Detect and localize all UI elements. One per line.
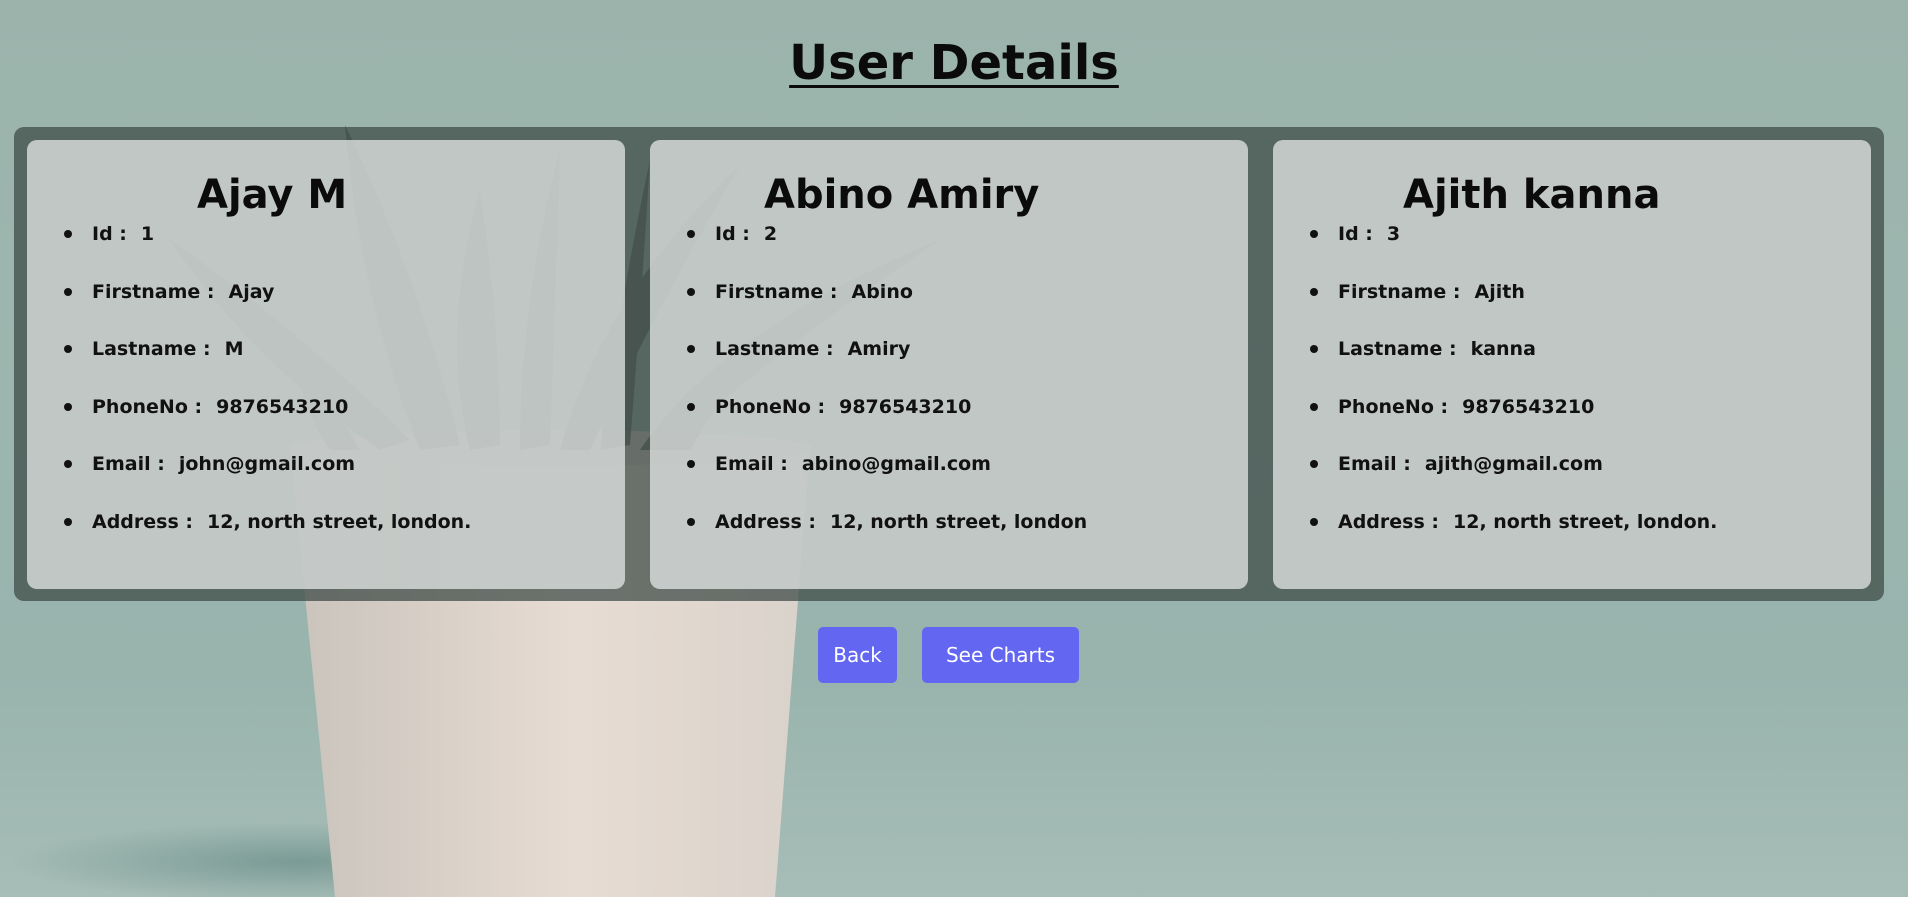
user-details-list: Id : 2 Firstname : Abino Lastname : Amiry P… [650,222,1087,568]
user-details-list: Id : 3 Firstname : Ajith Lastname : kanna P… [1273,222,1717,568]
detail-lastname: Lastname : kanna [1310,337,1717,395]
field-value: 2 [763,223,778,245]
detail-firstname: Firstname : Ajith [1310,280,1717,338]
bullet-icon [64,230,72,238]
detail-email: Email : ajith@gmail.com [1310,452,1717,510]
field-label: Address : [715,510,816,533]
field-label: Id : [715,223,750,245]
detail-address: Address : 12, north street, london [687,510,1088,568]
detail-id: Id : 3 [1310,222,1717,280]
bullet-icon [1310,460,1318,469]
field-label: Email : [715,453,788,476]
field-label: Email : [1338,453,1411,476]
user-card: Ajith kanna Id : 3 Firstname : Ajith Lastn… [1273,140,1871,589]
field-value: Abino [851,280,913,303]
field-value: kanna [1470,338,1536,361]
field-value: ajith@gmail.com [1424,453,1603,476]
detail-firstname: Firstname : Abino [687,280,1087,338]
field-label: Id : [92,223,127,245]
bullet-icon [64,402,72,411]
bullet-icon [687,287,695,296]
field-label: Lastname : [1338,338,1457,361]
user-name: Ajay M [197,172,348,218]
bullet-icon [687,345,695,354]
detail-email: Email : john@gmail.com [64,452,471,510]
field-value: M [224,338,244,361]
bullet-icon [1310,230,1318,238]
user-name: Ajith kanna [1403,172,1661,218]
detail-phone: PhoneNo : 9876543210 [687,395,1087,453]
field-value: Ajith [1474,280,1525,303]
user-card: Ajay M Id : 1 Firstname : Ajay Lastname : M… [27,140,625,589]
field-value: 9876543210 [216,395,349,418]
bullet-icon [64,460,72,469]
detail-lastname: Lastname : M [64,337,471,395]
field-value: 9876543210 [1462,395,1595,418]
field-label: Firstname : [1338,280,1461,303]
field-value: 12, north street, london. [207,510,472,533]
field-value: john@gmail.com [178,453,356,476]
detail-firstname: Firstname : Ajay [64,280,471,338]
back-button[interactable]: Back [818,627,897,683]
bullet-icon [687,402,695,411]
field-label: Email : [92,453,165,476]
bullet-icon [1310,517,1318,526]
detail-lastname: Lastname : Amiry [687,337,1087,395]
field-label: Address : [1338,510,1439,533]
bullet-icon [1310,287,1318,296]
field-label: PhoneNo : [92,395,203,418]
detail-id: Id : 1 [64,222,471,280]
field-value: 9876543210 [839,395,972,418]
page-title: User Details [789,35,1119,91]
detail-email: Email : abino@gmail.com [687,452,1087,510]
field-label: Firstname : [715,280,838,303]
field-label: Lastname : [715,338,834,361]
field-value: Amiry [847,338,911,361]
detail-address: Address : 12, north street, london. [64,510,472,568]
detail-id: Id : 2 [687,222,1087,280]
detail-phone: PhoneNo : 9876543210 [64,395,471,453]
bullet-icon [687,460,695,469]
field-label: PhoneNo : [715,395,826,418]
detail-address: Address : 12, north street, london. [1310,510,1718,568]
user-details-list: Id : 1 Firstname : Ajay Lastname : M PhoneN… [27,222,471,568]
field-value: Ajay [228,280,275,303]
field-label: Firstname : [92,280,215,303]
field-value: 12, north street, london. [1453,510,1718,533]
bullet-icon [1310,345,1318,354]
user-name: Abino Amiry [764,172,1040,218]
field-value: 3 [1386,223,1401,245]
field-label: Address : [92,510,193,533]
field-label: Lastname : [92,338,211,361]
field-value: 1 [140,223,155,245]
bullet-icon [687,517,695,526]
see-charts-button[interactable]: See Charts [922,627,1079,683]
bullet-icon [687,230,695,238]
field-value: abino@gmail.com [801,453,991,476]
field-label: Id : [1338,223,1373,245]
field-label: PhoneNo : [1338,395,1449,418]
user-card: Abino Amiry Id : 2 Firstname : Abino Lastn… [650,140,1248,589]
bullet-icon [64,345,72,354]
bullet-icon [64,517,72,526]
bullet-icon [64,287,72,296]
field-value: 12, north street, london [830,510,1088,533]
detail-phone: PhoneNo : 9876543210 [1310,395,1717,453]
bullet-icon [1310,402,1318,411]
